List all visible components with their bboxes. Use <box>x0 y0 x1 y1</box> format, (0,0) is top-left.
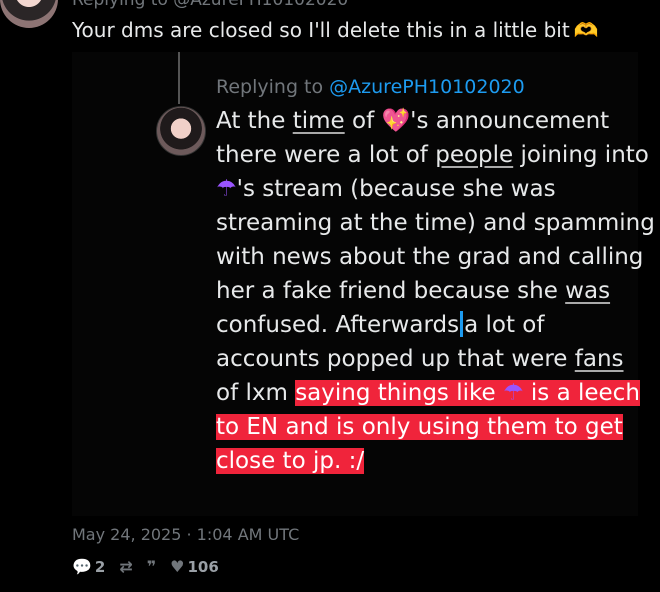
quoted-line-11: close to jp. :/ <box>216 448 365 474</box>
avatar[interactable] <box>0 0 58 28</box>
replying-handle-link[interactable]: @AzurePH10102020 <box>329 76 525 98</box>
quoted-replying-to: Replying to @AzurePH10102020 <box>216 76 525 98</box>
quoted-line-6: her a fake friend because she was <box>216 278 611 304</box>
like-count: 106 <box>187 558 219 576</box>
replying-prefix: Replying to <box>72 0 174 10</box>
tweet-body: Your dms are closed so I'll delete this … <box>72 18 570 42</box>
replying-handle[interactable]: @AzurePH10102020 <box>173 0 348 10</box>
timestamp[interactable]: May 24, 2025 · 1:04 AM UTC <box>72 525 299 544</box>
reply-count: 2 <box>94 558 106 576</box>
quoted-line-4: streaming at the time) and spamming <box>216 210 655 236</box>
thread-line <box>178 52 180 104</box>
retweet-button[interactable]: ⇄ <box>119 559 132 575</box>
like-button[interactable]: ♥ 106 <box>170 558 219 576</box>
heart-icon: ♥ <box>170 557 185 576</box>
retweet-icon: ⇄ <box>119 557 133 576</box>
quoted-line-7: confused. Afterwards a lot of <box>216 311 545 338</box>
quote-button[interactable]: ❞ <box>147 559 156 575</box>
quoted-line-3: ☂'s stream (because she was <box>216 176 556 202</box>
quoted-line-10: to EN and is only using them to get <box>216 414 623 440</box>
comment-icon: 💬 <box>72 557 92 576</box>
quoted-body: At the time of 💖's announcement there we… <box>216 104 655 478</box>
quoted-line-2: there were a lot of people joining into <box>216 142 649 168</box>
tweet-text: Your dms are closed so I'll delete this … <box>72 18 599 42</box>
text-cursor <box>460 311 464 337</box>
replying-to: Replying to @AzurePH10102020 <box>72 0 348 10</box>
quoted-line-5: with news about the grad and calling <box>216 244 644 270</box>
quoted-line-8: accounts popped up that were fans <box>216 346 624 372</box>
quote-icon: ❞ <box>146 557 157 576</box>
replying-prefix: Replying to <box>216 76 330 98</box>
quoted-line-1: At the time of 💖's announcement <box>216 108 610 134</box>
quoted-line-9: of lxm saying things like ☂ is a leech <box>216 380 640 406</box>
action-bar: 💬 2 ⇄ ❞ ♥ 106 <box>72 556 219 578</box>
reply-button[interactable]: 💬 2 <box>72 558 105 576</box>
quoted-avatar[interactable] <box>156 106 206 156</box>
heart-hands-icon: 🫶 <box>573 18 599 42</box>
